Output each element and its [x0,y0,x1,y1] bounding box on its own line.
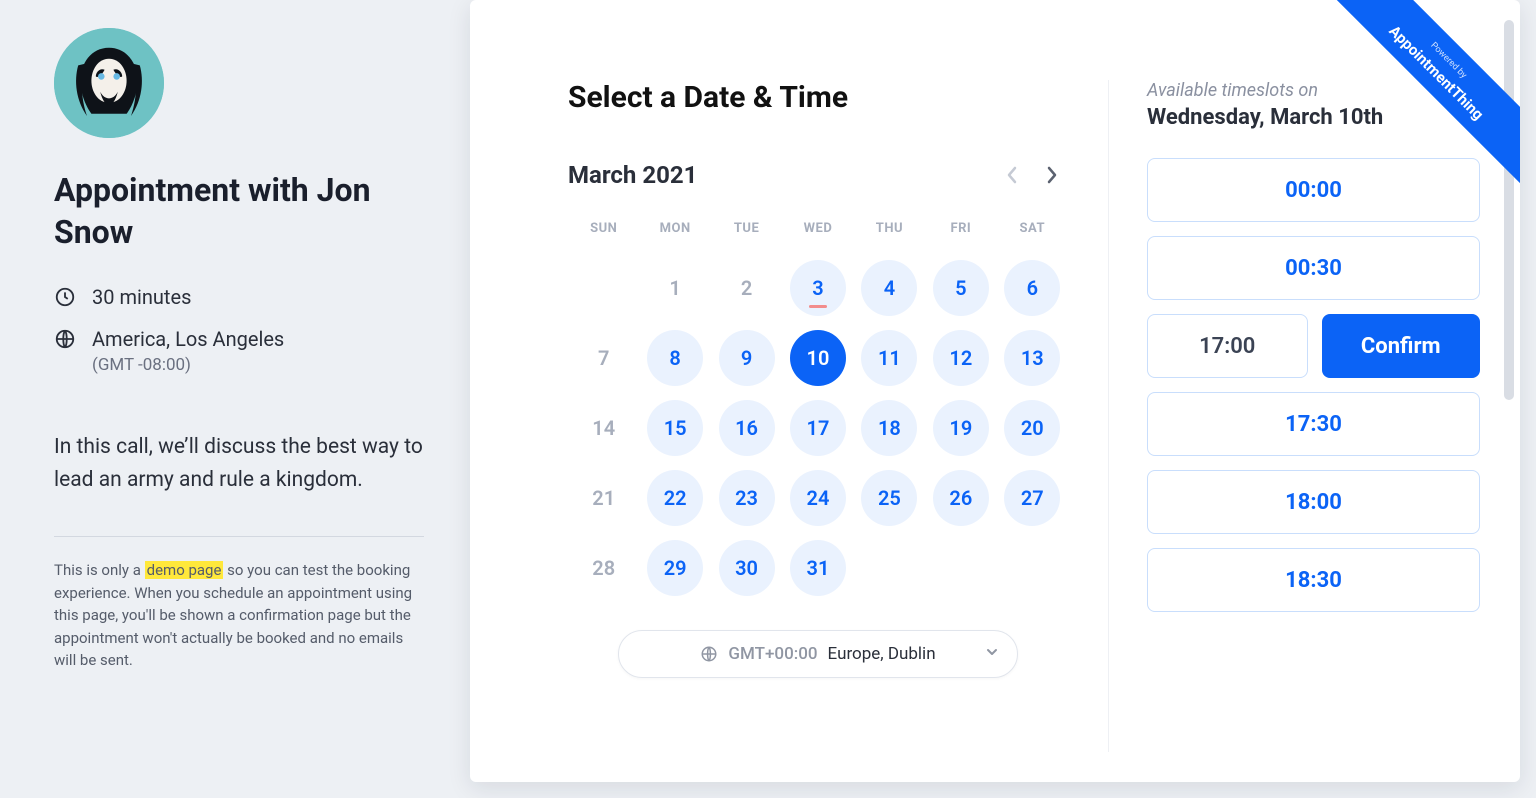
dow-label: SUN [568,221,639,246]
calendar-day[interactable]: 11 [861,330,917,386]
appointment-description: In this call, we’ll discuss the best way… [54,431,424,496]
calendar-day[interactable]: 6 [1004,260,1060,316]
next-month-button[interactable] [1036,159,1068,191]
gmt-offset: (GMT -08:00) [92,355,424,375]
timeslot[interactable]: 17:30 [1147,392,1480,456]
calendar-day[interactable]: 5 [933,260,989,316]
calendar-day[interactable]: 9 [719,330,775,386]
calendar-day: 21 [576,470,632,526]
divider [54,536,424,537]
timezone-label: Europe, Dublin [828,644,936,664]
timezone-selector[interactable]: GMT+00:00 Europe, Dublin [618,630,1018,678]
calendar-day[interactable]: 13 [1004,330,1060,386]
calendar-day: 7 [576,330,632,386]
timeslot[interactable]: 00:00 [1147,158,1480,222]
calendar-day: 14 [576,400,632,456]
calendar-day: 2 [719,260,775,316]
demo-highlight: demo page [145,561,224,579]
calendar-grid: SUNMONTUEWEDTHUFRISAT1234567891011121314… [568,221,1068,596]
calendar-day[interactable]: 24 [790,470,846,526]
confirm-button[interactable]: Confirm [1322,314,1481,378]
calendar-day[interactable]: 22 [647,470,703,526]
demo-disclaimer: This is only a demo page so you can test… [54,559,424,672]
sidebar: Appointment with Jon Snow 30 minutes Ame… [0,0,460,798]
dow-label: WED [782,221,853,246]
calendar-day: 28 [576,540,632,596]
calendar-day[interactable]: 4 [861,260,917,316]
timeslots-panel: Available timeslots on Wednesday, March … [1108,80,1480,752]
calendar-day[interactable]: 10 [790,330,846,386]
chevron-left-icon [1006,166,1018,184]
calendar-day[interactable]: 20 [1004,400,1060,456]
panel-title: Select a Date & Time [568,80,1068,115]
chevron-down-icon [985,644,999,664]
calendar-panel: Select a Date & Time March 2021 SUNMONTU… [568,80,1068,752]
timezone-row: America, Los Angeles [54,327,424,351]
timezone-value: America, Los Angeles [92,327,284,351]
calendar-day[interactable]: 8 [647,330,703,386]
dow-label: SAT [997,221,1068,246]
prev-month-button[interactable] [996,159,1028,191]
timeslot-selected[interactable]: 17:00 [1147,314,1308,378]
calendar-day[interactable]: 27 [1004,470,1060,526]
duration-value: 30 minutes [92,285,191,309]
timezone-prefix: GMT+00:00 [728,644,817,664]
calendar-day[interactable]: 12 [933,330,989,386]
calendar-day[interactable]: 19 [933,400,989,456]
duration-row: 30 minutes [54,285,424,309]
timeslot[interactable]: 00:30 [1147,236,1480,300]
host-avatar [54,28,164,138]
calendar-day: 1 [647,260,703,316]
calendar-day[interactable]: 16 [719,400,775,456]
appointment-title: Appointment with Jon Snow [54,170,424,253]
calendar-day[interactable]: 25 [861,470,917,526]
calendar-day[interactable]: 30 [719,540,775,596]
chevron-right-icon [1046,166,1058,184]
clock-icon [54,286,76,308]
calendar-day[interactable]: 15 [647,400,703,456]
scrollbar[interactable] [1504,20,1514,400]
calendar-day[interactable]: 18 [861,400,917,456]
calendar-day[interactable]: 3 [790,260,846,316]
timeslot[interactable]: 18:00 [1147,470,1480,534]
calendar-day[interactable]: 23 [719,470,775,526]
dow-label: MON [639,221,710,246]
booking-card: Powered by AppointmentThing Select a Dat… [470,0,1520,782]
calendar-day[interactable]: 17 [790,400,846,456]
globe-icon [54,328,76,350]
globe-icon [700,645,718,663]
calendar-day[interactable]: 26 [933,470,989,526]
timeslot[interactable]: 18:30 [1147,548,1480,612]
dow-label: TUE [711,221,782,246]
calendar-month: March 2021 [568,161,697,189]
calendar-day[interactable]: 31 [790,540,846,596]
selected-date-label: Wednesday, March 10th [1147,105,1480,130]
dow-label: FRI [925,221,996,246]
timeslot-list: 00:00 00:30 17:00Confirm 17:30 18:00 18:30 [1147,158,1480,612]
dow-label: THU [854,221,925,246]
calendar-day[interactable]: 29 [647,540,703,596]
